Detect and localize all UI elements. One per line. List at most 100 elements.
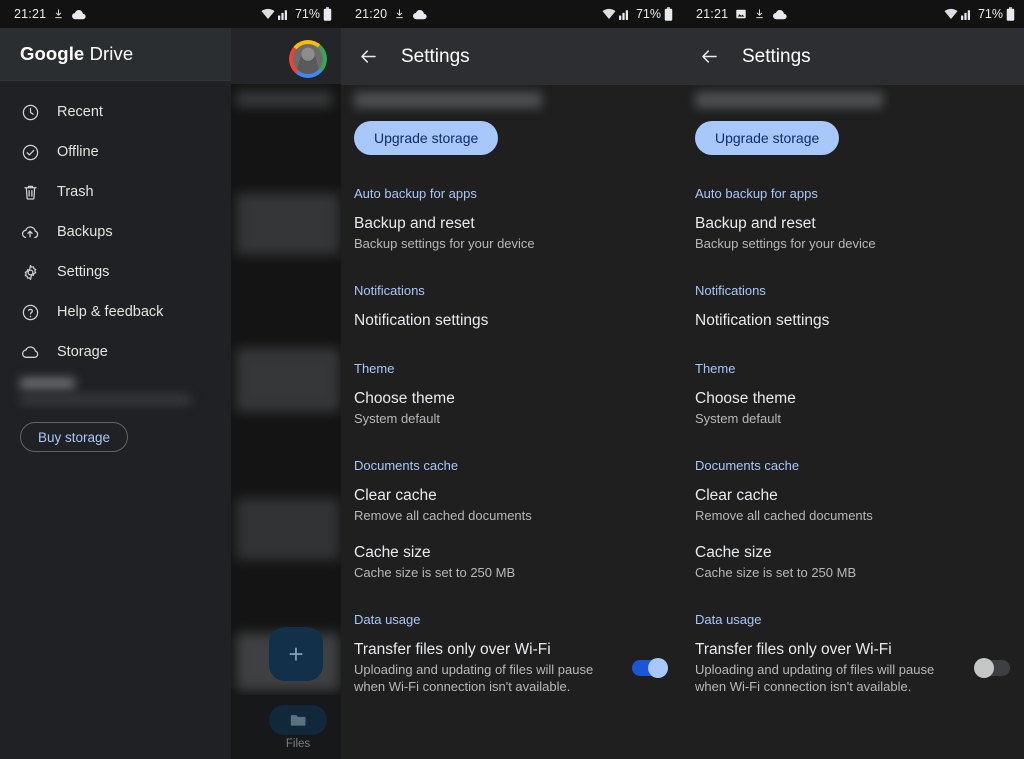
section-header-data-usage: Data usage <box>354 612 421 627</box>
row-title: Notification settings <box>695 312 830 329</box>
row-control <box>974 657 1024 678</box>
avatar[interactable] <box>289 40 327 78</box>
cellular-signal-icon <box>277 8 290 20</box>
settings-scroll-area[interactable]: Upgrade storage Auto backup for apps Bac… <box>341 85 682 759</box>
panel-settings-wifi-on: 21:20 71% Settings Upgrade storage Auto … <box>341 0 682 759</box>
row-text: Choose theme System default <box>354 389 682 427</box>
row-title: Cache size <box>695 544 772 561</box>
battery-icon <box>1006 7 1015 21</box>
section-header-data-usage: Data usage <box>695 612 762 627</box>
setting-row-clear-cache[interactable]: Clear cache Remove all cached documents <box>682 473 1024 524</box>
setting-row-choose-theme[interactable]: Choose theme System default <box>341 376 682 427</box>
cloud-icon <box>20 342 40 362</box>
setting-row-cache-size[interactable]: Cache size Cache size is set to 250 MB <box>682 524 1024 581</box>
row-subtitle: Remove all cached documents <box>354 508 532 523</box>
row-title: Clear cache <box>695 487 778 504</box>
sidebar-item-help-and-feedback[interactable]: Help & feedback <box>0 292 231 332</box>
row-title: Notification settings <box>354 312 489 329</box>
status-bar: 21:21 71% <box>0 0 341 28</box>
storage-detail-redacted <box>20 395 190 404</box>
buy-storage-button[interactable]: Buy storage <box>20 422 129 452</box>
sidebar-item-label: Storage <box>57 344 108 360</box>
upgrade-storage-button[interactable]: Upgrade storage <box>354 121 499 155</box>
setting-row-clear-cache[interactable]: Clear cache Remove all cached documents <box>341 473 682 524</box>
setting-row-transfer-over-wifi[interactable]: Transfer files only over Wi-Fi Uploading… <box>341 627 682 695</box>
cloud-icon <box>772 9 787 20</box>
transfer-over-wifi-toggle[interactable] <box>632 657 668 678</box>
toggle-knob <box>648 657 668 678</box>
sidebar-item-offline[interactable]: Offline <box>0 132 231 172</box>
status-bar: 21:21 71% <box>682 0 1024 28</box>
battery-percent-label: 71% <box>294 7 320 21</box>
bottom-nav-label: Files <box>285 737 311 750</box>
setting-row-backup-and-reset[interactable]: Backup and reset Backup settings for you… <box>682 201 1024 252</box>
sidebar-item-recent[interactable]: Recent <box>0 92 231 132</box>
row-subtitle: Uploading and updating of files will pau… <box>354 662 594 694</box>
setting-row-backup-and-reset[interactable]: Backup and reset Backup settings for you… <box>341 201 682 252</box>
brand-drive: Drive <box>84 43 134 64</box>
row-text: Cache size Cache size is set to 250 MB <box>695 543 1024 581</box>
row-text: Notification settings <box>695 311 1024 330</box>
back-arrow-icon[interactable] <box>697 45 721 69</box>
row-title: Choose theme <box>695 390 796 407</box>
upgrade-storage-button[interactable]: Upgrade storage <box>695 121 840 155</box>
status-bar-left: 21:21 <box>14 7 86 21</box>
cellular-signal-icon <box>618 8 631 20</box>
row-text: Transfer files only over Wi-Fi Uploading… <box>354 640 632 695</box>
row-subtitle: Backup settings for your device <box>695 236 876 251</box>
row-title: Transfer files only over Wi-Fi <box>695 641 892 658</box>
help-circle-icon <box>20 302 40 322</box>
row-text: Clear cache Remove all cached documents <box>354 486 682 524</box>
sidebar-item-label: Settings <box>57 264 110 280</box>
battery-icon <box>664 7 673 21</box>
status-bar-right: 71% <box>602 7 673 21</box>
create-fab[interactable]: + <box>269 627 323 681</box>
transfer-over-wifi-toggle[interactable] <box>974 657 1010 678</box>
status-bar-clock: 21:21 <box>696 7 729 21</box>
background-placeholder <box>236 92 332 106</box>
status-bar-right: 71% <box>261 7 332 21</box>
wifi-icon <box>944 8 958 20</box>
download-icon <box>394 8 405 20</box>
brand-google: Google <box>20 43 85 64</box>
setting-row-notification-settings[interactable]: Notification settings <box>341 298 682 330</box>
setting-row-choose-theme[interactable]: Choose theme System default <box>682 376 1024 427</box>
row-subtitle: Remove all cached documents <box>695 508 873 523</box>
panel-drive-nav-drawer: 21:21 71% + Files Google Drive Recent Of… <box>0 0 341 759</box>
back-arrow-icon[interactable] <box>356 45 380 69</box>
row-text: Backup and reset Backup settings for you… <box>354 214 682 252</box>
sidebar-item-backups[interactable]: Backups <box>0 212 231 252</box>
setting-row-transfer-over-wifi[interactable]: Transfer files only over Wi-Fi Uploading… <box>682 627 1024 695</box>
offline-check-icon <box>20 142 40 162</box>
setting-row-notification-settings[interactable]: Notification settings <box>682 298 1024 330</box>
sidebar-item-trash[interactable]: Trash <box>0 172 231 212</box>
section-header-theme: Theme <box>354 361 395 376</box>
row-subtitle: Cache size is set to 250 MB <box>695 565 857 580</box>
screenshot-root: 21:21 71% + Files Google Drive Recent Of… <box>0 0 1024 759</box>
row-subtitle: System default <box>695 411 781 426</box>
page-title: Settings <box>742 45 811 67</box>
app-bar: Settings <box>682 28 1024 85</box>
wifi-icon <box>261 8 275 20</box>
toggle-knob <box>974 657 994 678</box>
sidebar-item-settings[interactable]: Settings <box>0 252 231 292</box>
storage-usage-summary <box>0 372 231 404</box>
section-header-documents-cache: Documents cache <box>695 458 800 473</box>
sidebar-item-storage[interactable]: Storage <box>0 332 231 372</box>
settings-scroll-area[interactable]: Upgrade storage Auto backup for apps Bac… <box>682 85 1024 759</box>
download-icon <box>754 8 765 20</box>
status-bar-clock: 21:21 <box>14 7 47 21</box>
status-bar-left: 21:20 <box>355 7 427 21</box>
row-title: Cache size <box>354 544 431 561</box>
sidebar-item-label: Backups <box>57 224 113 240</box>
status-bar-right: 71% <box>944 7 1015 21</box>
status-bar-left: 21:21 <box>696 7 787 21</box>
setting-row-cache-size[interactable]: Cache size Cache size is set to 250 MB <box>341 524 682 581</box>
bottom-nav-item-files[interactable]: Files <box>269 704 327 750</box>
row-text: Clear cache Remove all cached documents <box>695 486 1024 524</box>
section-header-documents-cache: Documents cache <box>354 458 459 473</box>
battery-percent-label: 71% <box>635 7 661 21</box>
row-text: Backup and reset Backup settings for you… <box>695 214 1024 252</box>
panel-settings-wifi-off: 21:21 71% Settings Upgrade storage Auto … <box>682 0 1024 759</box>
row-subtitle: Backup settings for your device <box>354 236 535 251</box>
